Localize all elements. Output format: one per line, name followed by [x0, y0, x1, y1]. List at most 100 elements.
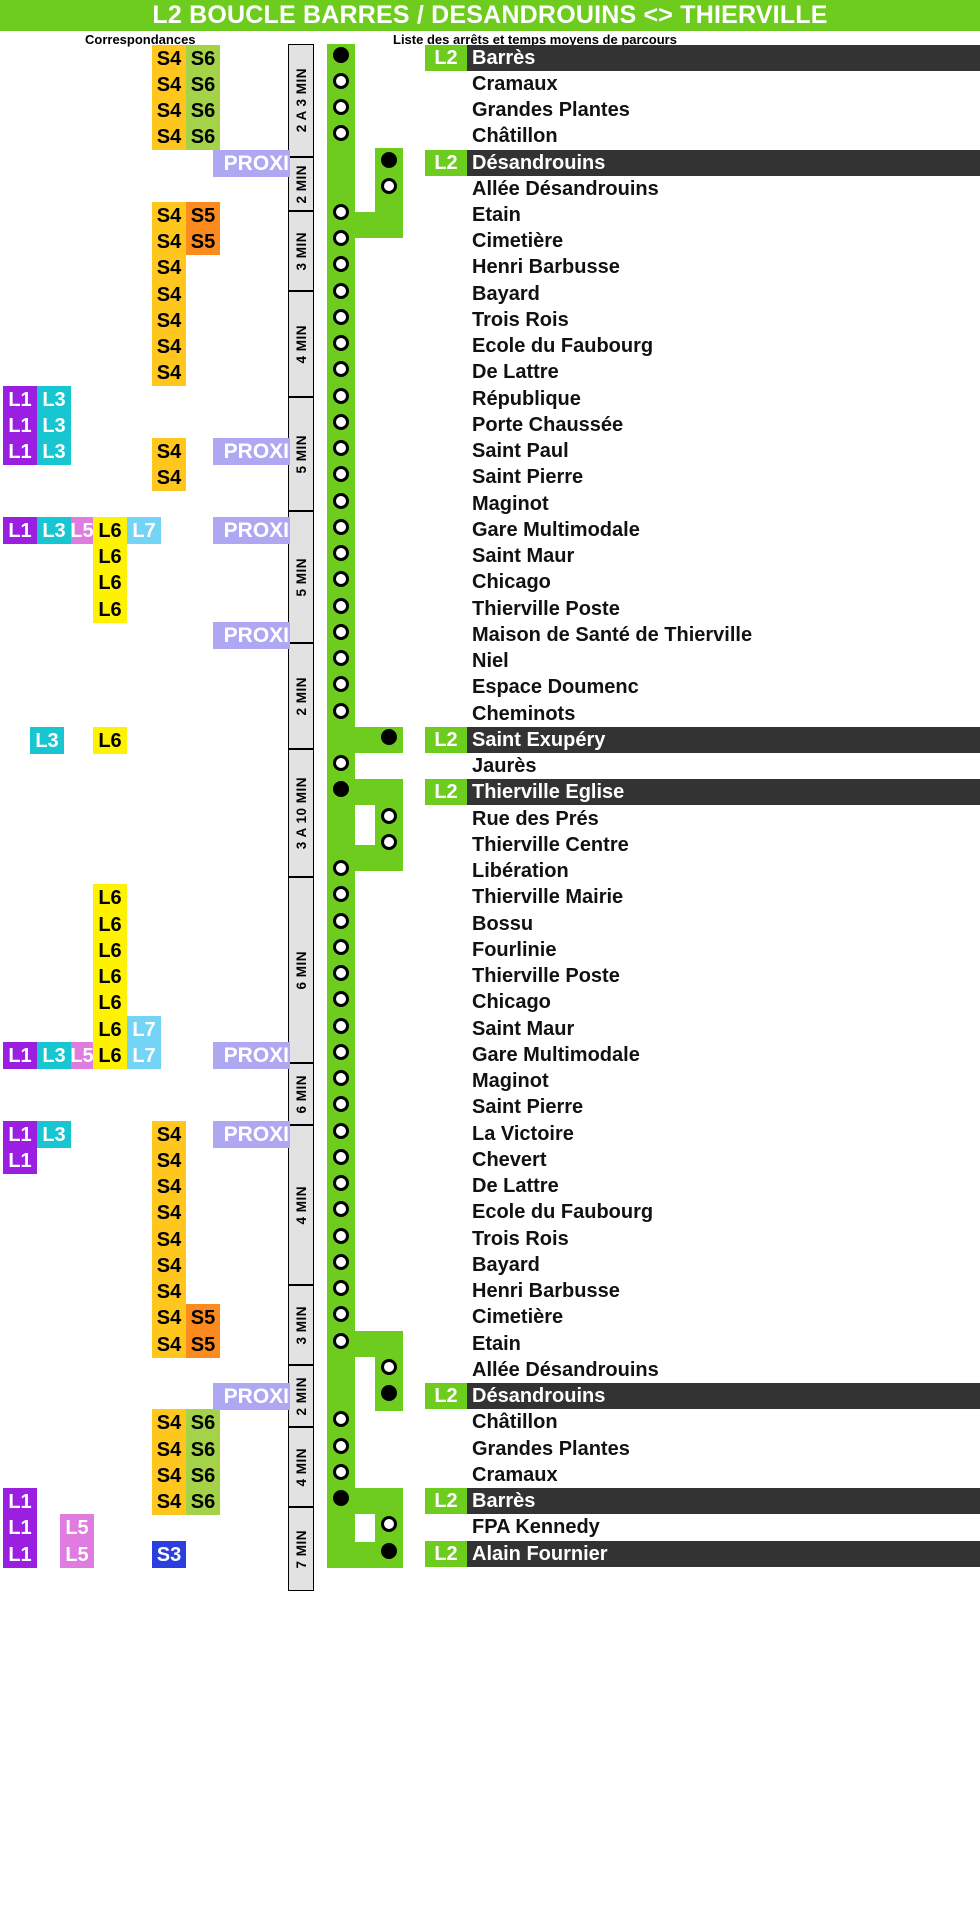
correspondance-badge-s4[interactable]: S4 — [152, 359, 186, 386]
stop-row[interactable]: Cimetière — [425, 228, 563, 254]
correspondance-badge-l7[interactable]: L7 — [127, 1016, 161, 1043]
stop-row[interactable]: Maginot — [425, 491, 549, 517]
correspondance-badge-l3[interactable]: L3 — [37, 1042, 71, 1069]
stop-row[interactable]: Espace Doumenc — [425, 674, 639, 700]
stop-row[interactable]: Ecole du Faubourg — [425, 1199, 653, 1225]
stop-row[interactable]: Thierville Mairie — [425, 884, 623, 910]
correspondance-badge-s4[interactable]: S4 — [152, 1173, 186, 1200]
stop-row[interactable]: De Lattre — [425, 1173, 559, 1199]
correspondance-badge-l6[interactable]: L6 — [93, 543, 127, 570]
stop-row[interactable]: Trois Rois — [425, 307, 569, 333]
correspondance-badge-s6[interactable]: S6 — [186, 45, 220, 72]
correspondance-badge-s4[interactable]: S4 — [152, 1278, 186, 1305]
correspondance-badge-s4[interactable]: S4 — [152, 228, 186, 255]
correspondance-badge-l7[interactable]: L7 — [127, 1042, 161, 1069]
correspondance-badge-s5[interactable]: S5 — [186, 228, 220, 255]
stop-row[interactable]: Chevert — [425, 1147, 546, 1173]
correspondance-badge-l6[interactable]: L6 — [93, 911, 127, 938]
correspondance-badge-l1[interactable]: L1 — [3, 1042, 37, 1069]
stop-row[interactable]: Saint Maur — [425, 1016, 574, 1042]
correspondance-badge-l1[interactable]: L1 — [3, 412, 37, 439]
correspondance-badge-l5[interactable]: L5 — [60, 1514, 94, 1541]
correspondance-badge-s4[interactable]: S4 — [152, 1409, 186, 1436]
correspondance-badge-l1[interactable]: L1 — [3, 386, 37, 413]
correspondance-badge-s4[interactable]: S4 — [152, 281, 186, 308]
stop-row[interactable]: Gare Multimodale — [425, 517, 640, 543]
stop-row[interactable]: De Lattre — [425, 359, 559, 385]
correspondance-badge-l5[interactable]: L5 — [70, 1042, 94, 1069]
correspondance-badge-s4[interactable]: S4 — [152, 1436, 186, 1463]
stop-row[interactable]: Thierville Poste — [425, 596, 620, 622]
correspondance-badge-l3[interactable]: L3 — [37, 1121, 71, 1148]
correspondance-badge-l1[interactable]: L1 — [3, 1514, 37, 1541]
correspondance-badge-s6[interactable]: S6 — [186, 71, 220, 98]
stop-row[interactable]: Cramaux — [425, 71, 558, 97]
stop-row[interactable]: Henri Barbusse — [425, 1278, 620, 1304]
correspondance-badge-s6[interactable]: S6 — [186, 1436, 220, 1463]
stop-row[interactable]: FPA Kennedy — [425, 1514, 600, 1540]
correspondance-badge-s6[interactable]: S6 — [186, 1462, 220, 1489]
stop-row[interactable]: Fourlinie — [425, 937, 556, 963]
stop-row[interactable]: Bayard — [425, 1252, 540, 1278]
correspondance-badge-s4[interactable]: S4 — [152, 45, 186, 72]
correspondance-badge-l3[interactable]: L3 — [37, 517, 71, 544]
correspondance-badge-s4[interactable]: S4 — [152, 123, 186, 150]
stop-row[interactable]: Grandes Plantes — [425, 1436, 630, 1462]
stop-row[interactable]: Cimetière — [425, 1304, 563, 1330]
correspondance-badge-l5[interactable]: L5 — [70, 517, 94, 544]
stop-row[interactable]: Thierville Poste — [425, 963, 620, 989]
stop-row[interactable]: Grandes Plantes — [425, 97, 630, 123]
stop-row[interactable]: Châtillon — [425, 123, 558, 149]
correspondance-badge-s4[interactable]: S4 — [152, 1226, 186, 1253]
correspondance-badge-s4[interactable]: S4 — [152, 1488, 186, 1515]
correspondance-badge-l3[interactable]: L3 — [30, 727, 64, 754]
stop-row[interactable]: Cheminots — [425, 701, 575, 727]
correspondance-badge-l6[interactable]: L6 — [93, 517, 127, 544]
stop-row[interactable]: Saint Paul — [425, 438, 569, 464]
correspondance-badge-l3[interactable]: L3 — [37, 438, 71, 465]
correspondance-badge-s4[interactable]: S4 — [152, 1252, 186, 1279]
correspondance-badge-proxi[interactable]: PROXI — [213, 1383, 290, 1410]
correspondance-badge-l6[interactable]: L6 — [93, 1016, 127, 1043]
stop-row[interactable]: Niel — [425, 648, 509, 674]
correspondance-badge-s6[interactable]: S6 — [186, 1488, 220, 1515]
stop-row[interactable]: Chicago — [425, 989, 551, 1015]
stop-row[interactable]: Châtillon — [425, 1409, 558, 1435]
major-stop-row[interactable]: L2 Barrès — [425, 45, 980, 71]
stop-row[interactable]: Henri Barbusse — [425, 254, 620, 280]
correspondance-badge-s4[interactable]: S4 — [152, 254, 186, 281]
stop-row[interactable]: Maginot — [425, 1068, 549, 1094]
major-stop-row[interactable]: L2 Alain Fournier — [425, 1541, 980, 1567]
correspondance-badge-l5[interactable]: L5 — [60, 1541, 94, 1568]
correspondance-badge-l3[interactable]: L3 — [37, 386, 71, 413]
stop-row[interactable]: Saint Pierre — [425, 464, 583, 490]
correspondance-badge-proxi[interactable]: PROXI — [213, 517, 290, 544]
correspondance-badge-s6[interactable]: S6 — [186, 123, 220, 150]
major-stop-row[interactable]: L2 Désandrouins — [425, 150, 980, 176]
correspondance-badge-l1[interactable]: L1 — [3, 1147, 37, 1174]
correspondance-badge-l1[interactable]: L1 — [3, 438, 37, 465]
stop-row[interactable]: Rue des Prés — [425, 806, 599, 832]
correspondance-badge-s4[interactable]: S4 — [152, 307, 186, 334]
correspondance-badge-s4[interactable]: S4 — [152, 333, 186, 360]
correspondance-badge-s3[interactable]: S3 — [152, 1541, 186, 1568]
correspondance-badge-l6[interactable]: L6 — [93, 989, 127, 1016]
correspondance-badge-l6[interactable]: L6 — [93, 569, 127, 596]
stop-row[interactable]: Maison de Santé de Thierville — [425, 622, 752, 648]
correspondance-badge-l1[interactable]: L1 — [3, 1541, 37, 1568]
correspondance-badge-s4[interactable]: S4 — [152, 97, 186, 124]
stop-row[interactable]: Trois Rois — [425, 1226, 569, 1252]
stop-row[interactable]: Porte Chaussée — [425, 412, 623, 438]
correspondance-badge-l1[interactable]: L1 — [3, 517, 37, 544]
stop-row[interactable]: Thierville Centre — [425, 832, 629, 858]
correspondance-badge-proxi[interactable]: PROXI — [213, 1121, 290, 1148]
correspondance-badge-proxi[interactable]: PROXI — [213, 150, 290, 177]
correspondance-badge-l7[interactable]: L7 — [127, 517, 161, 544]
correspondance-badge-s5[interactable]: S5 — [186, 1304, 220, 1331]
stop-row[interactable]: Saint Maur — [425, 543, 574, 569]
correspondance-badge-l6[interactable]: L6 — [93, 727, 127, 754]
stop-row[interactable]: Chicago — [425, 569, 551, 595]
correspondance-badge-s5[interactable]: S5 — [186, 202, 220, 229]
correspondance-badge-proxi[interactable]: PROXI — [213, 1042, 290, 1069]
correspondance-badge-l3[interactable]: L3 — [37, 412, 71, 439]
